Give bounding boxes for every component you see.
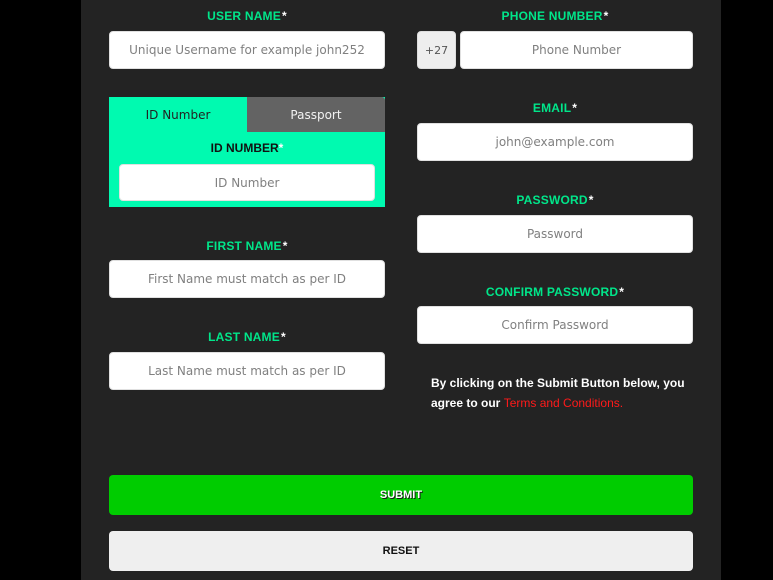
email-label-text: EMAIL (532, 101, 572, 115)
password-input[interactable] (417, 215, 693, 253)
email-input[interactable] (417, 123, 693, 161)
last-name-label-text: LAST NAME (208, 330, 280, 344)
first-name-label-text: FIRST NAME (206, 239, 282, 253)
required-mark: * (280, 330, 286, 344)
confirm-password-label-text: CONFIRM PASSWORD (485, 285, 619, 299)
username-label: USER NAME* (109, 9, 385, 23)
id-number-label-text: ID NUMBER (210, 141, 279, 155)
terms-link[interactable]: Terms and Conditions. (504, 396, 623, 410)
last-name-input[interactable] (109, 352, 385, 390)
password-label: PASSWORD* (417, 193, 693, 207)
phone-label-text: PHONE NUMBER (501, 9, 603, 23)
username-input[interactable] (109, 31, 385, 69)
phone-label: PHONE NUMBER* (417, 9, 693, 23)
tab-passport[interactable]: Passport (247, 97, 385, 132)
reset-button[interactable]: RESET (109, 531, 693, 571)
country-code-prefix: +27 (417, 31, 456, 69)
confirm-password-input[interactable] (417, 306, 693, 344)
password-label-text: PASSWORD (516, 193, 588, 207)
required-mark: * (282, 239, 288, 253)
submit-button[interactable]: SUBMIT (109, 475, 693, 515)
first-name-input[interactable] (109, 260, 385, 298)
id-number-input[interactable] (119, 164, 375, 201)
first-name-label: FIRST NAME* (109, 239, 385, 253)
last-name-label: LAST NAME* (109, 330, 385, 344)
phone-input[interactable] (460, 31, 693, 69)
email-label: EMAIL* (417, 101, 693, 115)
id-number-label: ID NUMBER* (109, 141, 385, 155)
required-mark: * (278, 141, 284, 155)
username-label-text: USER NAME (207, 9, 281, 23)
confirm-password-label: CONFIRM PASSWORD* (417, 285, 693, 299)
required-mark: * (603, 9, 609, 23)
required-mark: * (281, 9, 287, 23)
required-mark: * (588, 193, 594, 207)
terms-notice: By clicking on the Submit Button below, … (431, 373, 691, 413)
required-mark: * (572, 101, 578, 115)
tab-id-number[interactable]: ID Number (109, 97, 247, 132)
id-type-tabs: ID Number Passport ID NUMBER* (109, 97, 385, 207)
required-mark: * (619, 285, 625, 299)
